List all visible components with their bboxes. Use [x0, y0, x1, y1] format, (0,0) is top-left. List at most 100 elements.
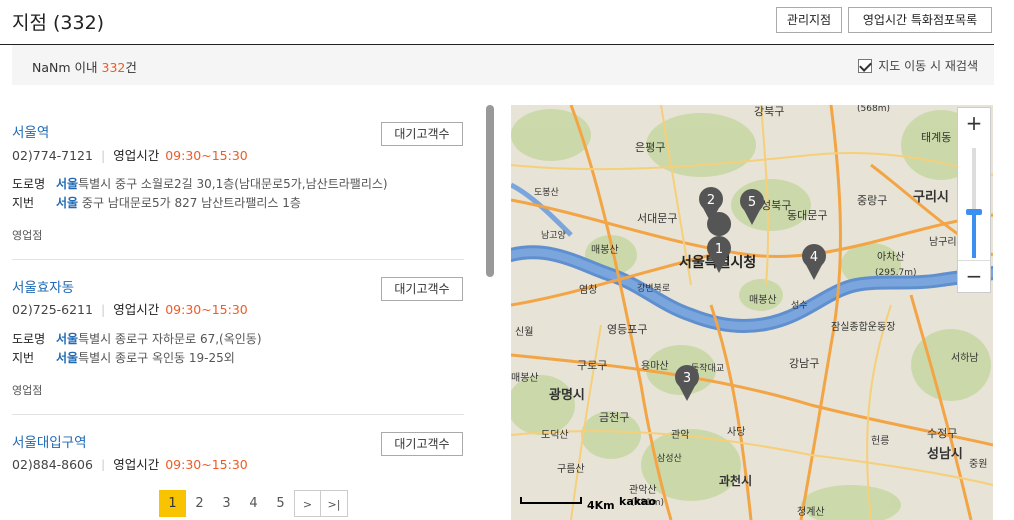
branch-phone: 02)774-7121	[12, 148, 93, 163]
last-page-button[interactable]: >|	[321, 490, 348, 517]
map-label: 헌릉	[871, 435, 889, 447]
map-label: 광명시	[549, 387, 585, 403]
result-unit: 건	[125, 60, 137, 75]
map-label: 염창	[579, 284, 597, 296]
result-count: 332	[101, 60, 126, 75]
map-label: 잠실종합운동장	[831, 321, 895, 333]
map-label: 매봉산	[511, 372, 539, 384]
next-page-button[interactable]: >	[294, 490, 321, 517]
branch-map[interactable]: 강북구 (568m) 은평구 도봉산 태계동 성북구 서대문구 동대문구 중랑구…	[511, 105, 993, 520]
map-label: 수정구	[927, 427, 957, 440]
svg-text:3: 3	[683, 371, 691, 386]
waiting-customers-button[interactable]: 대기고객수	[381, 122, 463, 146]
map-label: 사당	[727, 426, 745, 438]
map-label: 강변북로	[637, 283, 670, 294]
map-label: 매봉산	[749, 294, 777, 306]
svg-text:4Km: 4Km	[587, 499, 615, 512]
road-address: 도로명 서울특별시 종로구 자하문로 67,(옥인동)	[12, 332, 262, 346]
kakao-logo: kakao	[619, 495, 656, 508]
map-label: 용마산	[641, 360, 669, 372]
map-label: 영등포구	[607, 323, 647, 336]
svg-text:1: 1	[715, 242, 723, 257]
map-label: 삼성산	[657, 453, 682, 464]
page-title: 지점 (332)	[12, 12, 105, 34]
page-3-button[interactable]: 3	[213, 490, 240, 517]
search-range: NaNm 이내	[32, 60, 98, 75]
pagination: 1 2 3 4 5 > >|	[159, 490, 348, 517]
map-label: 아차산	[877, 251, 905, 263]
list-scrollbar-thumb[interactable]	[486, 105, 494, 277]
map-label: 구름산	[557, 463, 585, 475]
branch-hours: 09:30~15:30	[165, 302, 248, 317]
map-label: 서하남	[951, 351, 979, 364]
manage-branch-button[interactable]: 관리지점	[776, 7, 842, 33]
branch-name[interactable]: 서울역	[12, 121, 49, 141]
map-label: 도봉산	[534, 187, 559, 198]
map-label: 과천시	[719, 473, 752, 488]
svg-text:2: 2	[707, 193, 715, 208]
zoom-in-button[interactable]: +	[958, 108, 990, 140]
svg-text:5: 5	[748, 195, 756, 210]
map-label: (568m)	[857, 105, 890, 114]
branch-phone: 02)884-8606	[12, 457, 93, 471]
divider	[12, 259, 464, 260]
waiting-customers-button[interactable]: 대기고객수	[381, 277, 463, 301]
lot-address: 지번 서울 중구 남대문로5가 827 남산트라팰리스 1층	[12, 196, 301, 210]
lot-address: 지번 서울특별시 종로구 옥인동 19-25외	[12, 351, 235, 365]
branch-info-line: 02)884-8606 | 영업시간 09:30~15:30	[12, 457, 248, 471]
branch-name[interactable]: 서울대입구역	[12, 431, 87, 451]
page-header: 지점 (332) 관리지점 영업시간 특화점포목록	[0, 0, 994, 45]
divider	[12, 414, 464, 415]
result-summary-bar: NaNm 이내 332건 지도 이동 시 재검색	[12, 45, 994, 85]
branch-info-line: 02)725-6211 | 영업시간 09:30~15:30	[12, 302, 248, 317]
map-label: 신월	[515, 326, 533, 338]
hours-label: 영업시간	[113, 148, 160, 163]
map-label: (295.7m)	[875, 268, 917, 278]
waiting-customers-button[interactable]: 대기고객수	[381, 432, 463, 456]
map-label: 강남구	[789, 357, 819, 370]
result-count-text: NaNm 이내 332건	[32, 57, 137, 76]
hours-label: 영업시간	[113, 457, 160, 471]
zoom-out-button[interactable]: −	[958, 260, 990, 292]
special-hours-list-button[interactable]: 영업시간 특화점포목록	[848, 7, 992, 33]
map-canvas[interactable]: 강북구 (568m) 은평구 도봉산 태계동 성북구 서대문구 동대문구 중랑구…	[511, 105, 993, 520]
zoom-slider-level	[972, 211, 976, 258]
research-label: 지도 이동 시 재검색	[878, 59, 978, 73]
map-label: 태계동	[921, 131, 951, 144]
map-label: 강북구	[754, 105, 784, 118]
map-label: 은평구	[635, 141, 665, 154]
page-1-button[interactable]: 1	[159, 490, 186, 517]
map-label: 금천구	[599, 410, 629, 424]
map-label: 관악	[671, 429, 689, 441]
hours-label: 영업시간	[113, 302, 160, 317]
map-label: 남구리	[929, 236, 957, 248]
map-label: 구리시	[913, 189, 949, 205]
map-label: 남고양	[541, 230, 566, 241]
research-on-move-toggle[interactable]: 지도 이동 시 재검색	[858, 57, 978, 74]
map-label: 성남시	[927, 446, 963, 462]
branch-info-line: 02)774-7121 | 영업시간 09:30~15:30	[12, 148, 248, 163]
map-label: 중랑구	[857, 194, 887, 207]
map-label: 청계산	[797, 506, 825, 518]
branch-hours: 09:30~15:30	[165, 457, 248, 471]
page-2-button[interactable]: 2	[186, 490, 213, 517]
map-label: 성수	[791, 300, 808, 311]
map-label: 매봉산	[591, 244, 619, 256]
branch-type: 영업점	[12, 384, 43, 397]
road-address: 도로명 서울특별시 중구 소월로2길 30,1층(남대문로5가,남산트라팰리스)	[12, 177, 388, 191]
branch-hours: 09:30~15:30	[165, 148, 248, 163]
branch-name[interactable]: 서울효자동	[12, 276, 74, 296]
map-label: 구로구	[577, 359, 607, 372]
map-label: 동대문구	[787, 209, 827, 222]
map-label: 중원	[969, 458, 987, 470]
research-checkbox[interactable]	[858, 58, 873, 73]
map-label: 도덕산	[541, 429, 569, 441]
map-label: 서대문구	[637, 212, 677, 225]
branch-phone: 02)725-6211	[12, 302, 93, 317]
branch-list: 서울역 02)774-7121 | 영업시간 09:30~15:30 대기고객수 도로…	[12, 105, 496, 471]
map-zoom-control: + −	[957, 107, 991, 293]
page-5-button[interactable]: 5	[267, 490, 294, 517]
page-4-button[interactable]: 4	[240, 490, 267, 517]
zoom-slider-handle[interactable]	[966, 209, 982, 215]
svg-text:4: 4	[810, 250, 818, 265]
